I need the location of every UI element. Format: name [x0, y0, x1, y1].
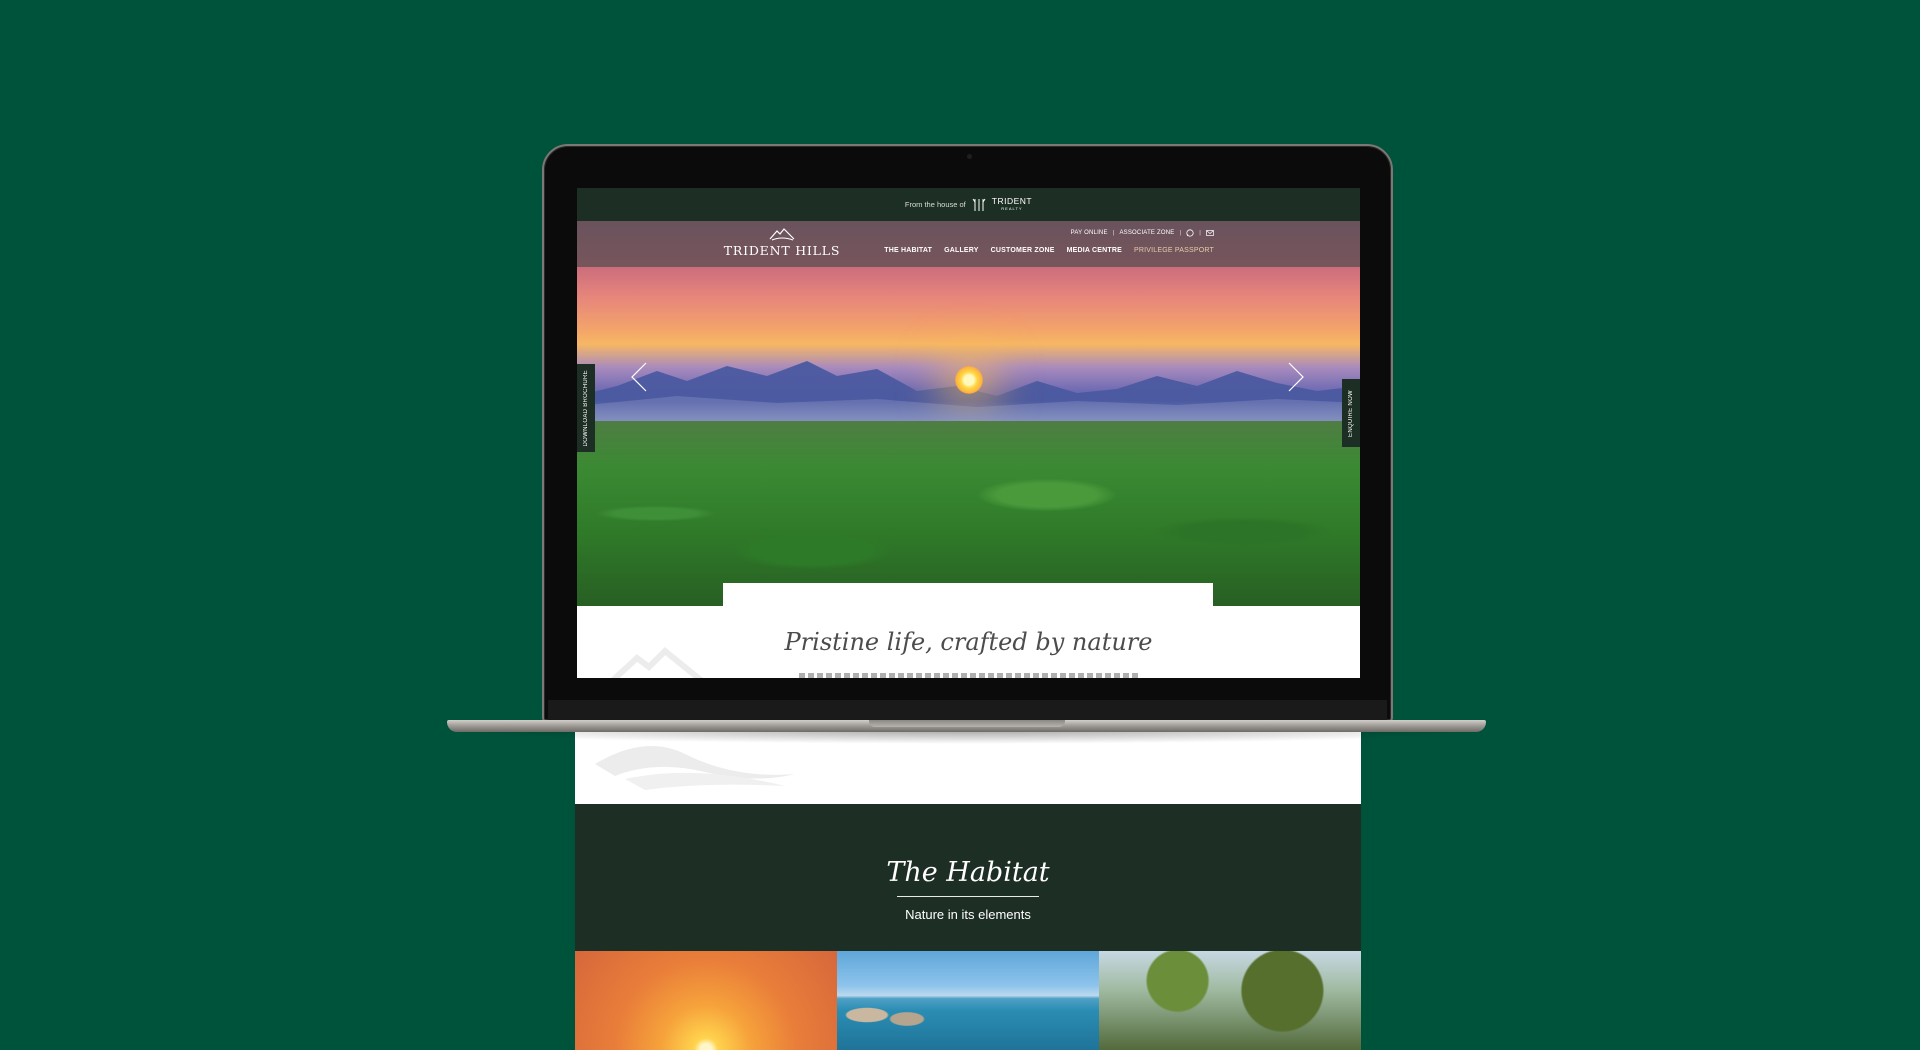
rocks-image — [837, 991, 937, 1031]
intro-text-cropped — [799, 673, 1139, 678]
utility-links: PAY ONLINE | ASSOCIATE ZONE | | — [1071, 229, 1214, 237]
habitat-tile-sunset[interactable] — [575, 951, 837, 1050]
mountain-logo-icon — [769, 228, 795, 241]
habitat-tiles — [575, 951, 1361, 1050]
utility-separator: | — [1199, 230, 1201, 236]
hero-forest-image — [577, 421, 1360, 606]
habitat-title: The Habitat — [886, 857, 1050, 888]
trident-logo-icon — [972, 198, 986, 211]
nav-item-media-centre[interactable]: MEDIA CENTRE — [1067, 247, 1122, 254]
habitat-divider — [897, 896, 1039, 897]
brand-logo[interactable]: TRIDENT HILLS — [722, 227, 842, 263]
habitat-tile-trees[interactable] — [1099, 951, 1361, 1050]
brand-name: TRIDENT HILLS — [723, 243, 841, 258]
trident-realty-logo[interactable]: TRIDENT REALTY — [992, 196, 1032, 213]
nav-item-customer-zone[interactable]: CUSTOMER ZONE — [991, 247, 1055, 254]
habitat-tile-lake[interactable] — [837, 951, 1099, 1050]
trident-logo-subtext: REALTY — [1001, 205, 1023, 211]
utility-separator: | — [1112, 230, 1115, 236]
topbar-prefix: From the house of — [904, 200, 966, 209]
intro-title: Pristine life, crafted by nature — [784, 628, 1153, 656]
laptop-camera — [967, 154, 972, 159]
hero-slider[interactable] — [577, 221, 1360, 606]
chevron-right-icon[interactable] — [1287, 362, 1305, 392]
laptop-shadow — [430, 730, 1505, 744]
associate-zone-link[interactable]: ASSOCIATE ZONE — [1119, 230, 1174, 236]
laptop-notch — [869, 720, 1065, 727]
utility-separator: | — [1179, 230, 1182, 236]
page-strip-below-laptop: The Habitat Nature in its elements — [575, 730, 1361, 1050]
enquire-now-label: ENQUIRE NOW — [1348, 389, 1354, 437]
whatsapp-icon[interactable] — [1186, 229, 1194, 237]
habitat-subtitle: Nature in its elements — [905, 907, 1031, 922]
laptop-screen: From the house of TRIDENT REALTY TRIDENT… — [577, 188, 1360, 678]
download-brochure-tab[interactable]: DOWNLOAD BROCHURE — [577, 364, 595, 452]
hero-sun — [955, 366, 983, 394]
main-nav: THE HABITAT GALLERY CUSTOMER ZONE MEDIA … — [884, 247, 1214, 254]
download-brochure-label: DOWNLOAD BROCHURE — [583, 369, 589, 447]
laptop-chin — [548, 700, 1387, 720]
top-bar: From the house of TRIDENT REALTY — [577, 188, 1360, 221]
chevron-left-icon[interactable] — [630, 362, 648, 392]
main-navbar: TRIDENT HILLS PAY ONLINE | ASSOCIATE ZON… — [577, 221, 1360, 267]
enquire-now-tab[interactable]: ENQUIRE NOW — [1342, 379, 1360, 447]
mail-icon[interactable] — [1206, 229, 1214, 237]
nav-item-gallery[interactable]: GALLERY — [944, 247, 979, 254]
nav-item-the-habitat[interactable]: THE HABITAT — [884, 247, 932, 254]
nav-item-privilege-passport[interactable]: PRIVILEGE PASSPORT — [1134, 247, 1214, 254]
pay-online-link[interactable]: PAY ONLINE — [1071, 230, 1108, 236]
